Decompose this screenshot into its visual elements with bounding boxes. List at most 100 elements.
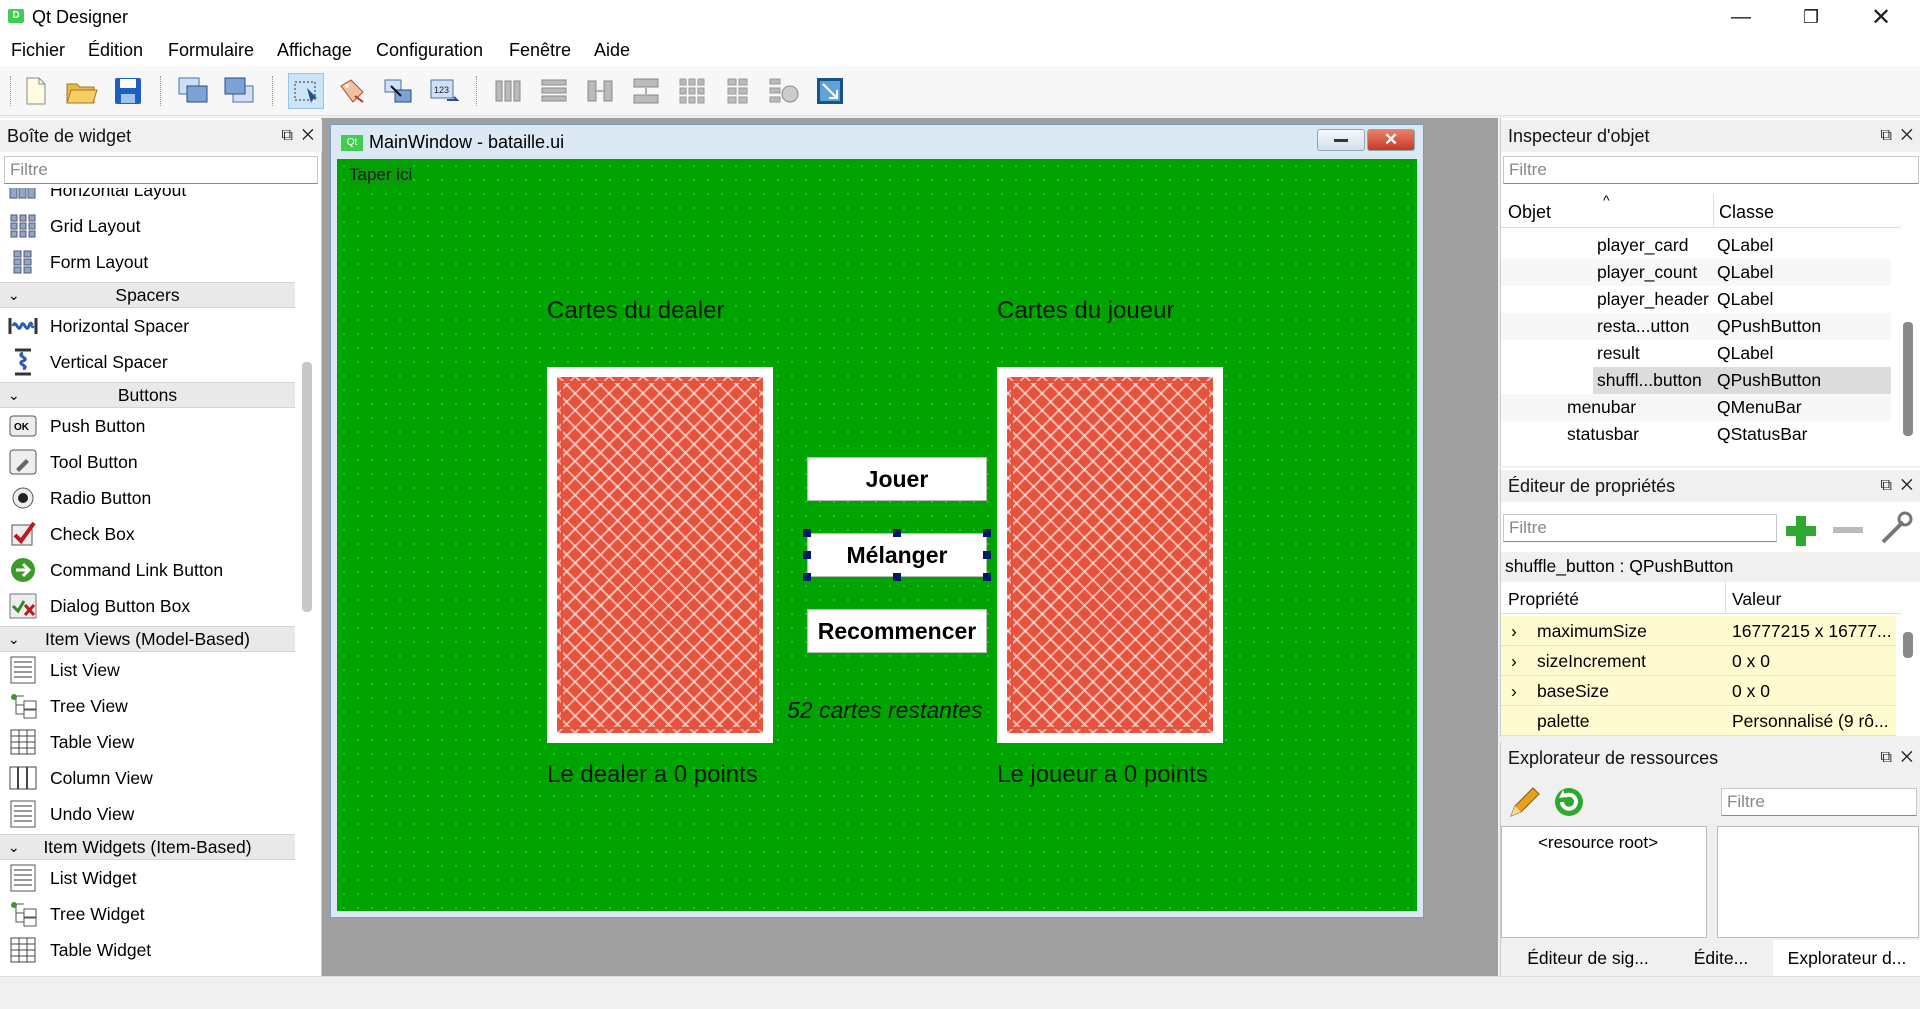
selection-handle[interactable] bbox=[983, 551, 991, 559]
open-folder-icon[interactable] bbox=[64, 73, 100, 109]
widget-item[interactable]: Horizontal Layout bbox=[8, 188, 186, 208]
widget-item[interactable]: Horizontal Spacer bbox=[8, 308, 189, 344]
selection-handle[interactable] bbox=[803, 573, 811, 581]
widget-filter-input[interactable]: Filtre bbox=[4, 156, 318, 184]
chevron-right-icon[interactable]: › bbox=[1511, 681, 1517, 702]
menu-affichage[interactable]: Affichage bbox=[277, 40, 352, 61]
tree-row[interactable]: menubar QMenuBar bbox=[1501, 394, 1891, 421]
tree-row-selected[interactable]: shuffl...button QPushButton bbox=[1593, 367, 1891, 394]
widget-item[interactable]: Dialog Button Box bbox=[8, 588, 190, 624]
widget-item[interactable]: Command Link Button bbox=[8, 552, 223, 588]
play-button[interactable]: Jouer bbox=[807, 457, 987, 501]
widget-item[interactable]: Tool Button bbox=[8, 444, 138, 480]
maximize-button[interactable]: ❐ bbox=[1776, 0, 1846, 34]
widget-item[interactable]: Radio Button bbox=[8, 480, 151, 516]
form-window[interactable]: Qt MainWindow - bataille.ui ✕ Taper ici … bbox=[330, 124, 1424, 918]
widget-item[interactable]: Form Layout bbox=[8, 244, 148, 280]
property-row[interactable]: palette Personnalisé (9 rô... bbox=[1501, 706, 1896, 736]
property-row[interactable]: › baseSize 0 x 0 bbox=[1501, 676, 1896, 706]
selection-handle[interactable] bbox=[983, 529, 991, 537]
minimize-button[interactable]: — bbox=[1706, 0, 1776, 34]
tree-row[interactable]: statusbar QStatusBar bbox=[1501, 421, 1891, 448]
layout-horizontal-splitter-icon[interactable] bbox=[582, 73, 618, 109]
property-filter-input[interactable]: Filtre bbox=[1503, 514, 1777, 542]
layout-form-icon[interactable] bbox=[720, 73, 756, 109]
object-inspector-scrollbar[interactable] bbox=[1903, 322, 1913, 436]
shuffle-button[interactable]: Mélanger bbox=[807, 533, 987, 577]
edit-widgets-icon[interactable] bbox=[288, 73, 324, 109]
float-icon[interactable]: ⧉ bbox=[281, 127, 292, 144]
edit-buddies-icon[interactable] bbox=[380, 73, 416, 109]
column-header-object[interactable]: Objet bbox=[1508, 202, 1551, 223]
add-property-icon[interactable] bbox=[1783, 512, 1821, 548]
widget-item[interactable]: Undo View bbox=[8, 796, 134, 832]
property-editor-scrollbar[interactable] bbox=[1903, 632, 1913, 658]
tab-signal-slot-editor[interactable]: Éditeur de sig... bbox=[1507, 940, 1669, 976]
chevron-right-icon[interactable]: › bbox=[1511, 621, 1517, 642]
layout-grid-icon[interactable] bbox=[674, 73, 710, 109]
restart-button[interactable]: Recommencer bbox=[807, 609, 987, 653]
form-close-button[interactable]: ✕ bbox=[1367, 129, 1415, 151]
tab-action-editor[interactable]: Édite... bbox=[1669, 940, 1773, 976]
layout-vertical-icon[interactable] bbox=[536, 73, 572, 109]
selection-handle[interactable] bbox=[983, 573, 991, 581]
widget-item[interactable]: Check Box bbox=[8, 516, 135, 552]
tree-row[interactable]: resta...utton QPushButton bbox=[1501, 313, 1891, 340]
category-buttons[interactable]: ⌄ Buttons bbox=[0, 382, 295, 408]
close-icon[interactable]: ✕ bbox=[1901, 477, 1913, 494]
category-spacers[interactable]: ⌄ Spacers bbox=[0, 282, 295, 308]
close-button[interactable]: ✕ bbox=[1846, 0, 1916, 34]
selection-handle[interactable] bbox=[803, 551, 811, 559]
menu-edition[interactable]: Édition bbox=[88, 40, 143, 61]
tab-resource-browser[interactable]: Explorateur d... bbox=[1773, 940, 1920, 976]
property-row[interactable]: › maximumSize 16777215 x 16777... bbox=[1501, 616, 1896, 646]
configure-icon[interactable] bbox=[1877, 510, 1915, 548]
widget-item[interactable]: Vertical Spacer bbox=[8, 344, 168, 380]
tree-row[interactable]: player_header QLabel bbox=[1501, 286, 1891, 313]
close-icon[interactable]: ✕ bbox=[1901, 749, 1913, 766]
form-minimize-button[interactable] bbox=[1317, 129, 1365, 151]
menu-formulaire[interactable]: Formulaire bbox=[168, 40, 254, 61]
widget-box-scrollbar[interactable] bbox=[302, 362, 312, 612]
float-icon[interactable]: ⧉ bbox=[1880, 477, 1891, 494]
menu-fenetre[interactable]: Fenêtre bbox=[509, 40, 571, 61]
reload-icon[interactable] bbox=[1551, 784, 1589, 820]
widget-item[interactable]: Table View bbox=[8, 724, 134, 760]
property-value[interactable]: 16777215 x 16777... bbox=[1732, 621, 1892, 642]
float-icon[interactable]: ⧉ bbox=[1880, 127, 1891, 144]
edit-tab-order-icon[interactable]: 123 bbox=[426, 73, 462, 109]
remove-property-icon[interactable] bbox=[1829, 512, 1867, 548]
menu-configuration[interactable]: Configuration bbox=[376, 40, 483, 61]
selection-handle[interactable] bbox=[893, 529, 901, 537]
adjust-size-icon[interactable] bbox=[812, 73, 848, 109]
resource-filter-input[interactable]: Filtre bbox=[1721, 788, 1917, 816]
menu-placeholder[interactable]: Taper ici bbox=[349, 165, 413, 185]
tree-row[interactable]: result QLabel bbox=[1501, 340, 1891, 367]
selection-handle[interactable] bbox=[893, 573, 901, 581]
save-icon[interactable] bbox=[110, 73, 146, 109]
menu-fichier[interactable]: Fichier bbox=[11, 40, 65, 61]
tree-row[interactable]: player_count QLabel bbox=[1501, 259, 1891, 286]
object-filter-input[interactable]: Filtre bbox=[1503, 156, 1919, 184]
close-icon[interactable]: ✕ bbox=[302, 127, 314, 144]
send-to-back-icon[interactable] bbox=[176, 73, 212, 109]
category-item-widgets[interactable]: ⌄ Item Widgets (Item-Based) bbox=[0, 834, 295, 860]
menu-aide[interactable]: Aide bbox=[594, 40, 630, 61]
widget-item[interactable]: Column View bbox=[8, 760, 153, 796]
widget-item[interactable]: Table Widget bbox=[8, 932, 151, 968]
widget-item[interactable]: OK Push Button bbox=[8, 408, 145, 444]
property-value[interactable]: 0 x 0 bbox=[1732, 681, 1770, 702]
chevron-right-icon[interactable]: › bbox=[1511, 651, 1517, 672]
category-item-views[interactable]: ⌄ Item Views (Model-Based) bbox=[0, 626, 295, 652]
property-value[interactable]: Personnalisé (9 rô... bbox=[1732, 711, 1889, 732]
bring-to-front-icon[interactable] bbox=[222, 73, 258, 109]
new-file-icon[interactable] bbox=[18, 73, 54, 109]
property-value[interactable]: 0 x 0 bbox=[1732, 651, 1770, 672]
widget-item[interactable]: List View bbox=[8, 652, 120, 688]
edit-signals-slots-icon[interactable] bbox=[334, 73, 370, 109]
tree-row[interactable]: player_card QLabel bbox=[1501, 232, 1891, 259]
widget-item[interactable]: Tree View bbox=[8, 688, 128, 724]
close-icon[interactable]: ✕ bbox=[1901, 127, 1913, 144]
selection-handle[interactable] bbox=[803, 529, 811, 537]
edit-resources-icon[interactable] bbox=[1505, 784, 1543, 820]
